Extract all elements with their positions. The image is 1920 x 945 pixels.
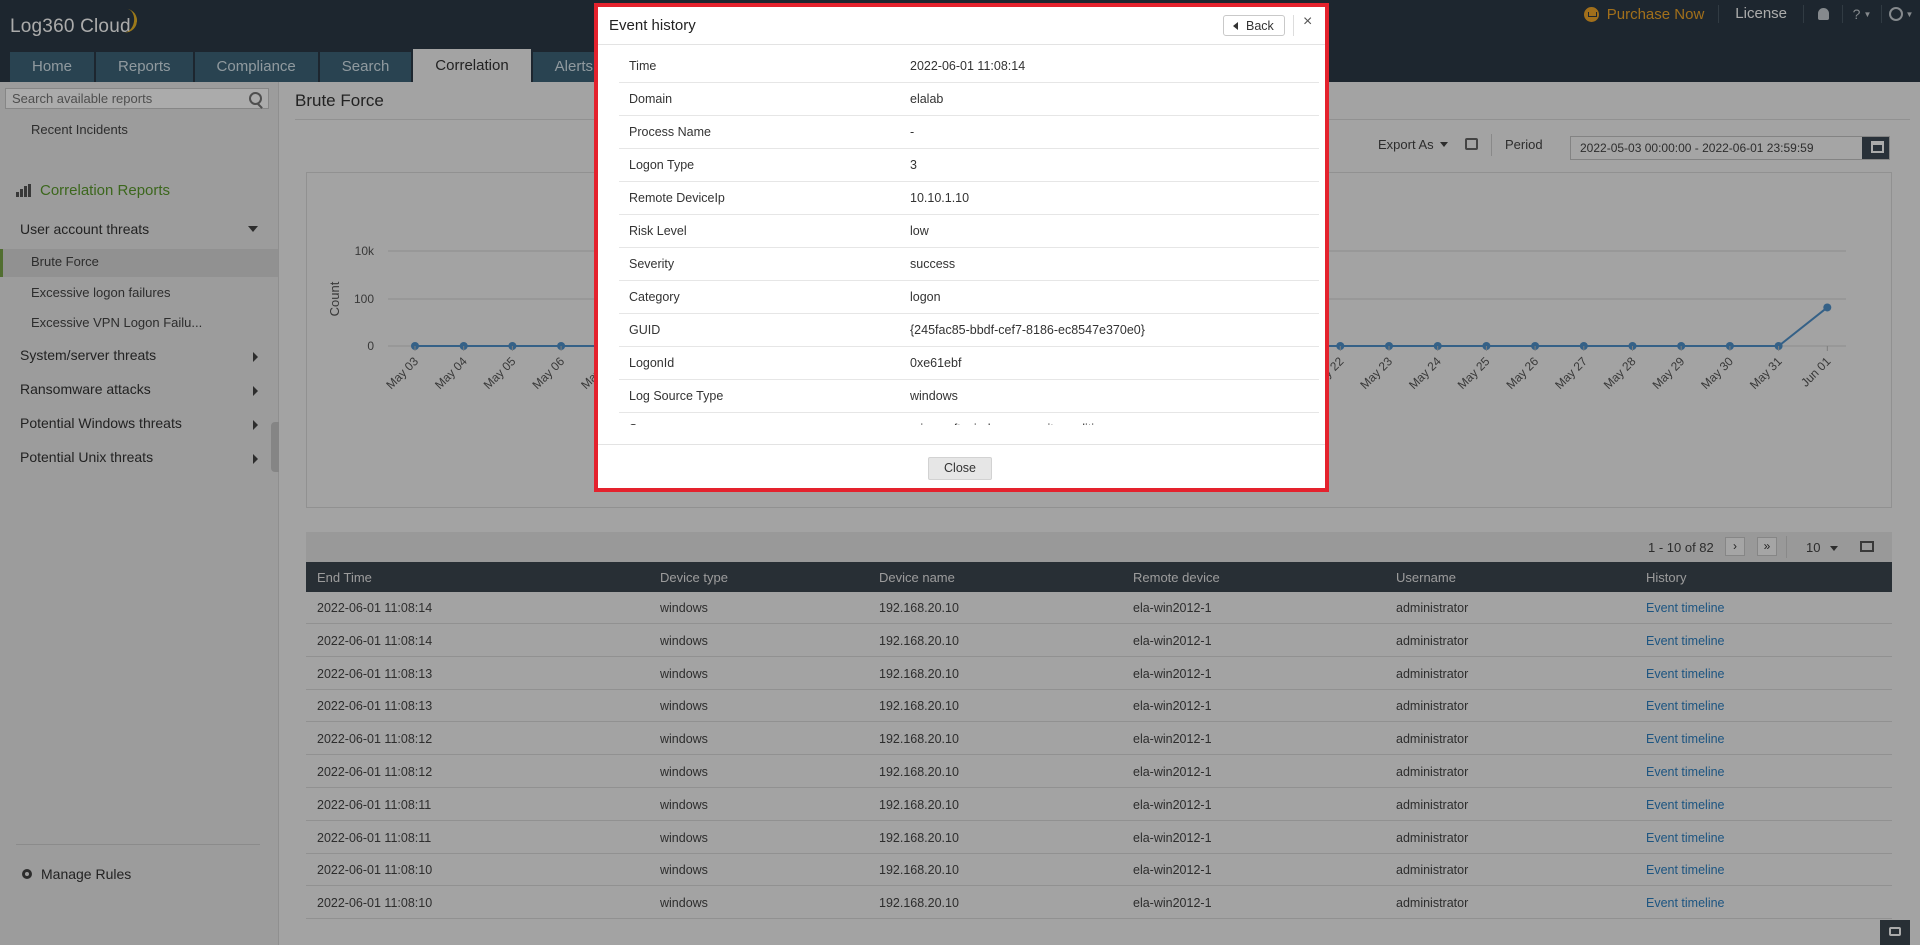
event-detail-row: LogonId 0xe61ebf	[619, 347, 1319, 380]
event-detail-row: Process Name -	[619, 116, 1319, 149]
event-detail-row: Risk Level low	[619, 215, 1319, 248]
event-detail-row: Time 2022-06-01 11:08:14	[619, 50, 1319, 83]
event-detail-row: Category logon	[619, 281, 1319, 314]
event-history-modal: Event history Back × Time 2022-06-01 11:0…	[594, 3, 1329, 492]
event-detail-row: Source microsoft-windows-security-auditin…	[619, 413, 1319, 425]
close-icon[interactable]: ×	[1303, 13, 1312, 31]
detail-key: Source	[629, 422, 669, 425]
back-button[interactable]: Back	[1223, 15, 1285, 36]
header-divider	[1293, 15, 1294, 36]
detail-value: success	[910, 257, 956, 271]
event-detail-row: Log Source Type windows	[619, 380, 1319, 413]
event-detail-row: Domain elalab	[619, 83, 1319, 116]
detail-value: 2022-06-01 11:08:14	[910, 59, 1026, 73]
detail-value: low	[910, 224, 929, 238]
detail-key: Risk Level	[629, 224, 687, 238]
modal-footer-divider	[598, 444, 1325, 445]
detail-key: GUID	[629, 323, 661, 337]
detail-key: Logon Type	[629, 158, 695, 172]
detail-value: 10.10.1.10	[910, 191, 970, 205]
detail-key: LogonId	[629, 356, 675, 370]
event-details-list[interactable]: Time 2022-06-01 11:08:14 Domain elalab Proce…	[619, 50, 1320, 425]
event-detail-row: Logon Type 3	[619, 149, 1319, 182]
detail-value: 3	[910, 158, 917, 172]
event-detail-row: GUID {245fac85-bbdf-cef7-8186-ec8547e370e…	[619, 314, 1319, 347]
event-detail-row: Remote DeviceIp 10.10.1.10	[619, 182, 1319, 215]
detail-key: Process Name	[629, 125, 711, 139]
detail-key: Category	[629, 290, 680, 304]
detail-key: Remote DeviceIp	[629, 191, 725, 205]
detail-value: 0xe61ebf	[910, 356, 962, 370]
detail-value: elalab	[910, 92, 944, 106]
modal-title: Event history	[609, 17, 696, 34]
chevron-left-icon	[1233, 22, 1238, 30]
event-detail-row: Severity success	[619, 248, 1319, 281]
modal-header: Event history Back ×	[598, 7, 1325, 45]
detail-value: -	[910, 125, 915, 139]
close-button[interactable]: Close	[928, 457, 992, 480]
detail-key: Log Source Type	[629, 389, 724, 403]
detail-value: microsoft-windows-security-auditing	[910, 422, 1108, 425]
detail-value: {245fac85-bbdf-cef7-8186-ec8547e370e0}	[910, 323, 1145, 337]
detail-value: logon	[910, 290, 941, 304]
detail-key: Severity	[629, 257, 675, 271]
detail-key: Time	[629, 59, 657, 73]
detail-value: windows	[910, 389, 958, 403]
back-label: Back	[1246, 19, 1274, 33]
detail-key: Domain	[629, 92, 673, 106]
